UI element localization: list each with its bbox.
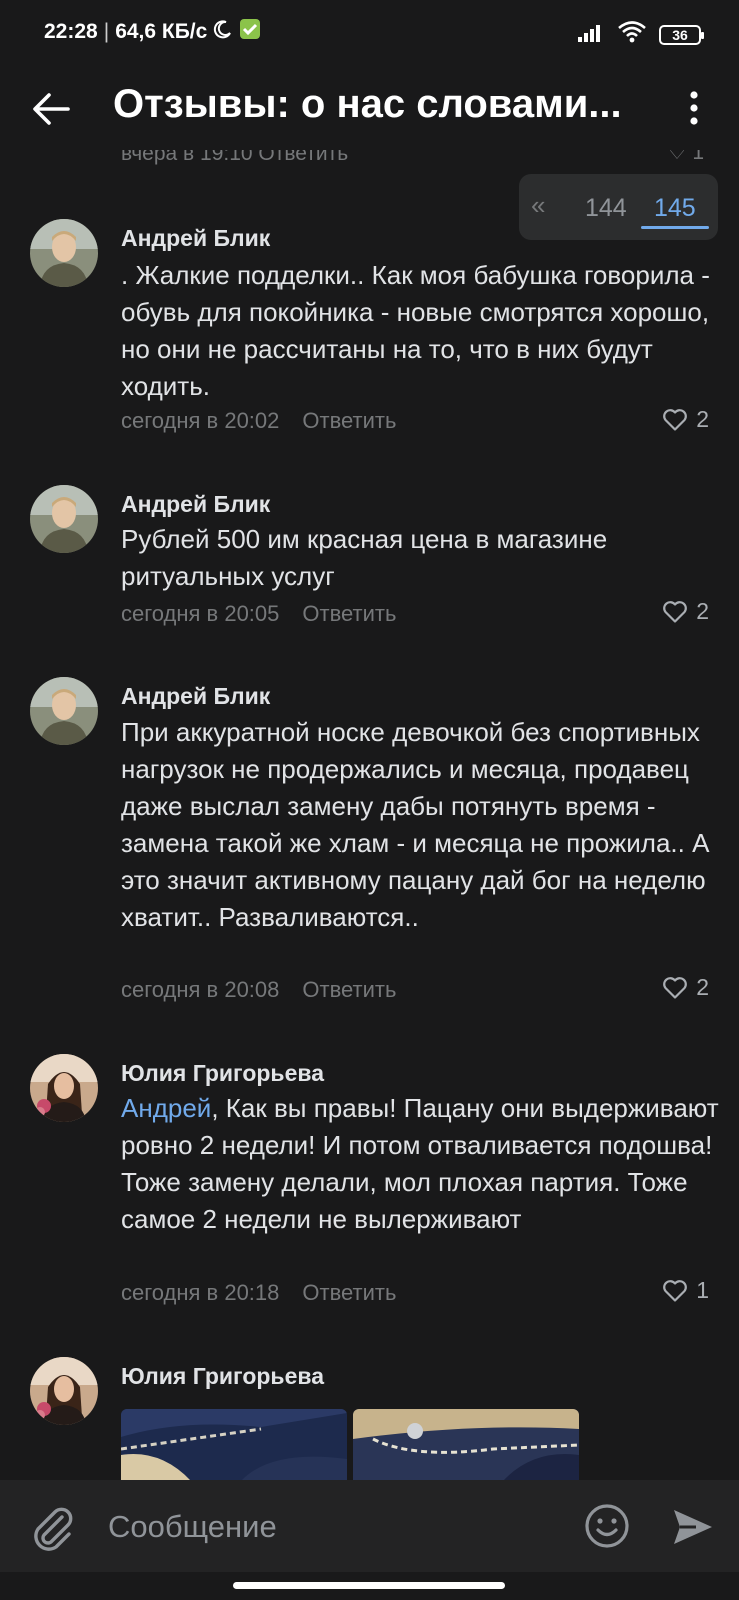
check-icon [239, 18, 261, 46]
comment-meta: сегодня в 20:05 Ответить [121, 601, 396, 627]
comment-text: . Жалкие подделки.. Как моя бабушка гово… [121, 260, 710, 401]
pager-current-indicator [641, 226, 709, 229]
signal-icon [577, 21, 605, 48]
comment-time: сегодня в 20:02 [121, 408, 280, 433]
likes-count: 1 [696, 1277, 709, 1303]
status-right: 36 [577, 20, 704, 49]
mention-link[interactable]: Андрей [121, 1093, 211, 1123]
like-button[interactable]: 2 [662, 974, 709, 1001]
comment-author[interactable]: Андрей Блик [121, 491, 270, 518]
arrow-left-icon [33, 93, 70, 125]
comment-text-body: , Как вы правы! Пацану они выдерживают р… [121, 1093, 719, 1234]
battery-level: 36 [672, 26, 688, 43]
more-vertical-icon [690, 91, 698, 125]
comment-time: сегодня в 20:18 [121, 1280, 280, 1305]
comment-text: Андрей, Как вы правы! Пацану они выдержи… [121, 1090, 721, 1238]
moon-icon [213, 19, 233, 45]
like-button[interactable]: 2 [662, 598, 709, 625]
emoji-button[interactable] [583, 1502, 631, 1550]
message-composer [0, 1480, 739, 1572]
more-menu-button[interactable] [679, 84, 709, 132]
heart-icon [663, 408, 688, 431]
comment-meta: сегодня в 20:18 Ответить [121, 1280, 396, 1306]
like-button[interactable]: 1 [662, 1277, 709, 1304]
heart-icon [663, 600, 688, 623]
reply-button[interactable]: Ответить [302, 408, 396, 434]
message-input[interactable] [108, 1504, 568, 1550]
wifi-icon [617, 20, 647, 49]
navigation-bar [0, 1572, 739, 1600]
attach-button[interactable] [28, 1503, 78, 1553]
status-left: 22:28 | 64,6 КБ/с [44, 18, 261, 46]
pager-page-145[interactable]: 145 [654, 194, 696, 223]
battery-icon: 36 [659, 24, 704, 45]
send-button[interactable] [670, 1504, 716, 1550]
avatar[interactable] [30, 485, 98, 553]
likes-count: 2 [696, 406, 709, 432]
heart-icon [663, 976, 688, 999]
comment-author[interactable]: Юлия Григорьева [121, 1060, 324, 1087]
status-network-speed: 64,6 КБ/с [115, 20, 208, 43]
status-time: 22:28 [44, 20, 98, 43]
attachment-photo[interactable] [353, 1409, 579, 1481]
heart-icon [663, 1279, 688, 1302]
comment-time: сегодня в 20:05 [121, 601, 280, 626]
avatar[interactable] [30, 1054, 98, 1122]
smile-icon [585, 1504, 629, 1548]
status-bar: 22:28 | 64,6 КБ/с 36 [0, 0, 739, 66]
likes-count: 2 [696, 598, 709, 624]
comment-text: Рублей 500 им красная цена в магазине ри… [121, 524, 608, 591]
comment-author[interactable]: Андрей Блик [121, 683, 270, 710]
pagination: « 144 145 [519, 174, 718, 240]
attachment-photo[interactable] [121, 1409, 347, 1481]
avatar[interactable] [30, 1357, 98, 1425]
paperclip-icon [34, 1507, 73, 1551]
comment-author[interactable]: Андрей Блик [121, 225, 270, 252]
comment-meta: сегодня в 20:02 Ответить [121, 408, 396, 434]
reply-button[interactable]: Ответить [302, 977, 396, 1003]
back-button[interactable] [28, 86, 74, 132]
send-icon [674, 1510, 712, 1544]
status-divider: | [103, 20, 110, 43]
reply-button[interactable]: Ответить [302, 1280, 396, 1306]
comment-time: сегодня в 20:08 [121, 977, 280, 1002]
like-button[interactable]: 2 [662, 406, 709, 433]
page-title: Отзывы: о нас словами... [113, 82, 622, 126]
avatar[interactable] [30, 677, 98, 745]
comment-author[interactable]: Юлия Григорьева [121, 1363, 324, 1390]
pager-page-144[interactable]: 144 [585, 194, 627, 223]
likes-count: 2 [696, 974, 709, 1000]
reply-button[interactable]: Ответить [302, 601, 396, 627]
pager-first-button[interactable]: « [531, 190, 545, 221]
comment-meta: сегодня в 20:08 Ответить [121, 977, 396, 1003]
comment-text: При аккуратной носке девочкой без спорти… [121, 717, 710, 932]
avatar[interactable] [30, 219, 98, 287]
home-indicator[interactable] [233, 1582, 505, 1589]
app-header: Отзывы: о нас словами... [0, 66, 739, 150]
